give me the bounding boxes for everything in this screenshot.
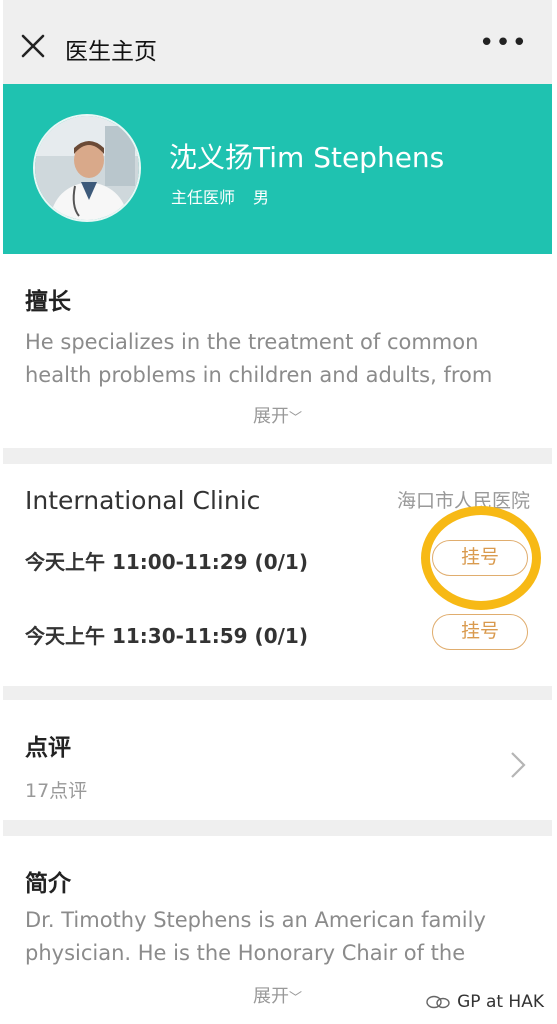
intro-text: Dr. Timothy Stephens is an American fami… [25,908,486,965]
specialty-expand-button[interactable]: 展开﹀ [3,402,552,428]
watermark: GP at HAK [425,992,544,1012]
clinic-card: International Clinic 海口市人民医院 今天上午 11:00-… [3,464,552,686]
doctor-gender: 男 [253,188,270,207]
specialty-text: He specializes in the treatment of commo… [25,330,493,387]
wechat-icon [426,995,450,1009]
specialty-card: 擅长 He specializes in the treatment of co… [3,254,552,448]
reviews-count: 17点评 [25,780,88,802]
reviews-card[interactable]: 点评 17点评 [3,700,552,820]
chevron-down-icon: ﹀ [288,411,302,426]
specialty-heading: 擅长 [25,289,71,315]
chevron-down-icon: ﹀ [288,991,302,1006]
doctor-meta: 主任医师男 [171,184,269,208]
book-button[interactable]: 挂号 [432,540,528,576]
intro-heading: 简介 [25,871,71,897]
doctor-header: 沈义扬Tim Stephens 主任医师男 [3,84,552,254]
doctor-photo [35,116,139,220]
watermark-text: GP at HAK [457,992,544,1012]
page-title: 医生主页 [65,39,157,65]
doctor-avatar [33,114,141,222]
doctor-title: 主任医师 [171,188,236,207]
clinic-name: International Clinic [25,486,261,515]
chevron-right-icon [511,752,526,778]
hospital-name: 海口市人民医院 [396,490,530,512]
doctor-home-page: 医生主页 ••• 沈义扬Tim Stephens 主任医师男 擅长 He spe… [3,0,552,1024]
slot-time: 今天上午 11:00-11:29 (0/1) [25,550,308,574]
slot-time: 今天上午 11:30-11:59 (0/1) [25,624,308,648]
book-button[interactable]: 挂号 [432,614,528,650]
doctor-name: 沈义扬Tim Stephens [169,141,445,174]
nav-bar: 医生主页 ••• [3,14,552,82]
reviews-heading: 点评 [25,735,71,761]
more-icon[interactable]: ••• [479,28,528,58]
close-icon[interactable] [19,32,47,60]
